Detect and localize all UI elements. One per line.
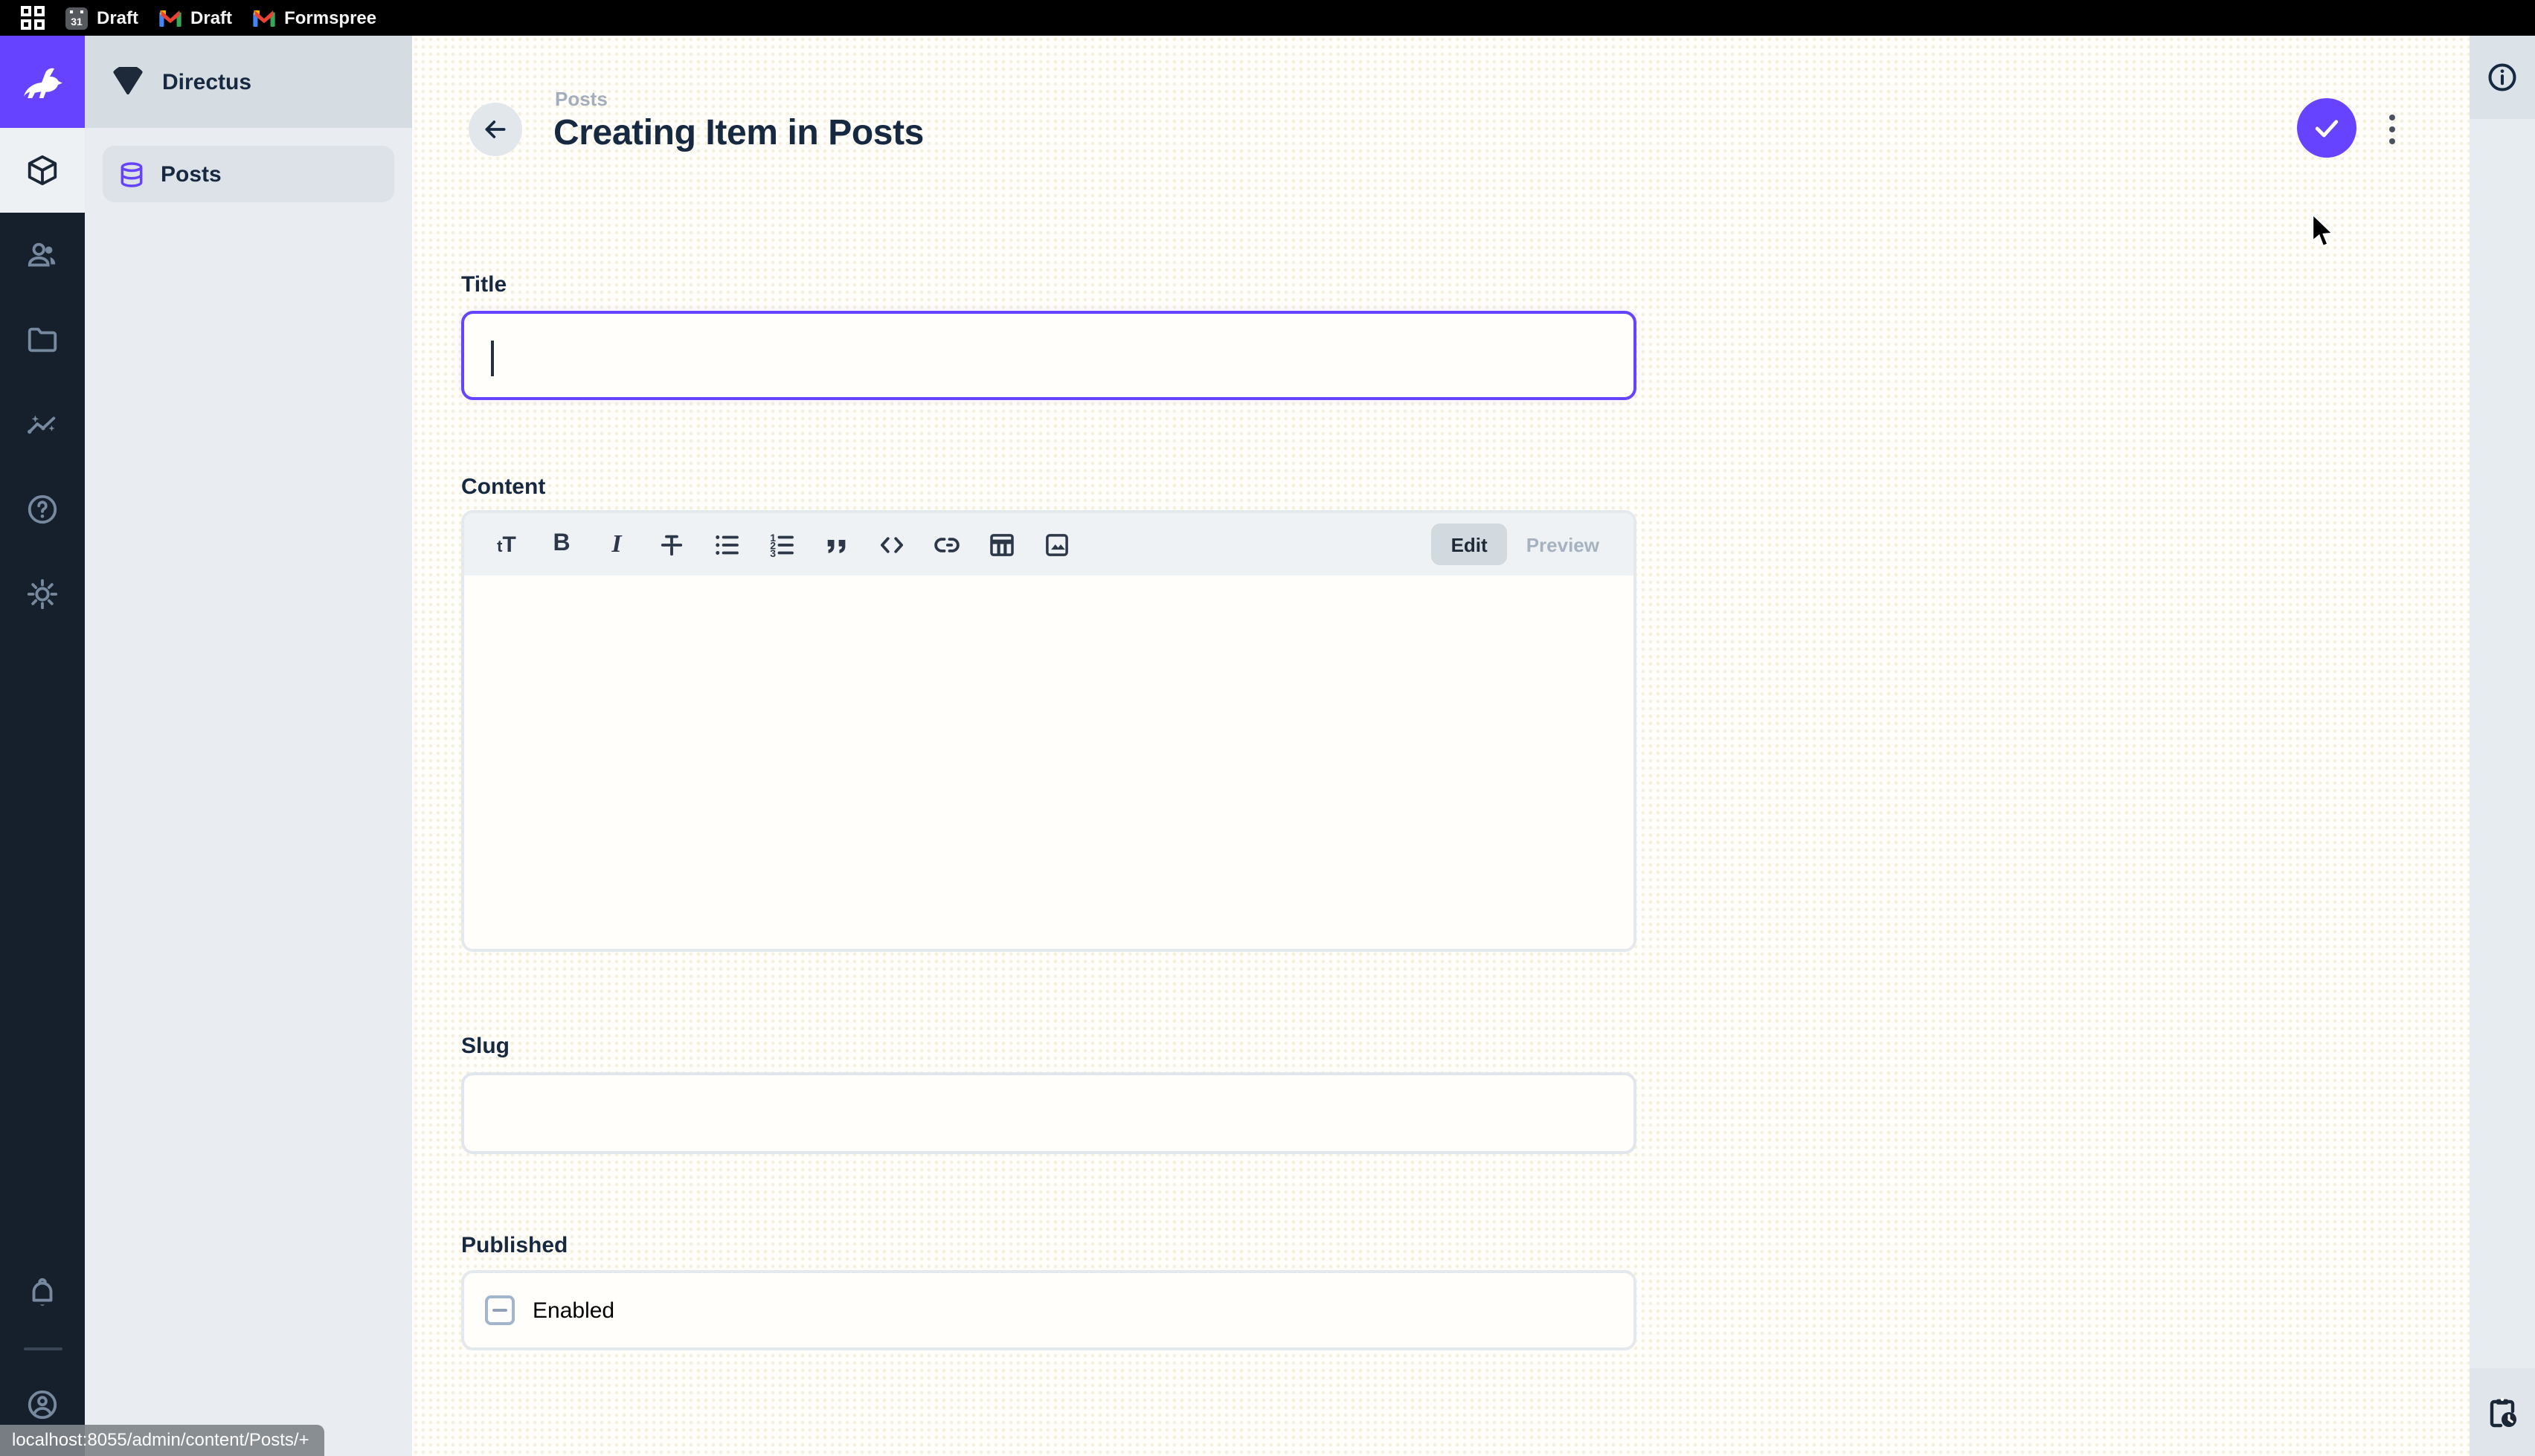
gear-icon — [25, 577, 60, 611]
project-name: Directus — [162, 69, 251, 94]
module-help[interactable] — [0, 467, 85, 552]
activity-sidebar-button[interactable] — [2470, 1368, 2535, 1456]
module-settings[interactable] — [0, 552, 85, 637]
help-icon — [25, 492, 60, 526]
module-files[interactable] — [0, 297, 85, 382]
bell-icon — [25, 1276, 60, 1310]
browser-tab-draft-2[interactable]: Draft — [159, 7, 232, 28]
editor-toolbar: tT B I — [464, 513, 1633, 576]
browser-tab-formspree[interactable]: Formspree — [253, 7, 376, 28]
tab-grid-icon[interactable] — [21, 6, 45, 30]
published-field: Enabled — [461, 1270, 1636, 1350]
status-bar-url: localhost:8055/admin/content/Posts/+ — [0, 1425, 324, 1456]
title-input[interactable] — [461, 311, 1636, 400]
table-icon[interactable] — [974, 522, 1029, 567]
right-sidebar — [2470, 36, 2535, 1456]
code-icon[interactable] — [864, 522, 919, 567]
module-users[interactable] — [0, 213, 85, 297]
edit-mode-button[interactable]: Edit — [1432, 524, 1507, 565]
published-checkbox[interactable] — [485, 1295, 515, 1325]
numbered-list-icon[interactable]: 123 — [754, 522, 809, 567]
bulleted-list-icon[interactable] — [699, 522, 754, 567]
blockquote-icon[interactable] — [809, 522, 864, 567]
insights-icon — [25, 408, 60, 442]
directus-logo[interactable] — [0, 36, 85, 128]
bold-icon[interactable]: B — [534, 522, 589, 567]
gmail-icon — [159, 10, 181, 26]
tab-label: Draft — [190, 7, 232, 28]
item-form: Title Content tT B I — [461, 272, 1636, 1350]
strikethrough-icon[interactable] — [644, 522, 699, 567]
text-size-icon[interactable]: tT — [479, 522, 534, 567]
folder-icon — [25, 323, 60, 357]
module-content[interactable] — [0, 128, 85, 213]
back-button[interactable] — [469, 103, 522, 156]
calendar-31-icon: 31 — [65, 7, 88, 29]
browser-tab-bar: 31 Draft Draft Formspree — [0, 0, 2535, 36]
module-insights[interactable] — [0, 382, 85, 467]
more-options-button[interactable] — [2383, 112, 2401, 147]
slug-field-label: Slug — [461, 1034, 1636, 1059]
title-field-label: Title — [461, 272, 1636, 297]
content-field-label: Content — [461, 474, 1636, 500]
project-header[interactable]: Directus — [85, 36, 412, 128]
rabbit-icon — [17, 62, 68, 101]
info-sidebar-button[interactable] — [2470, 36, 2535, 119]
right-sidebar-body — [2470, 119, 2535, 1368]
sidebar-item-posts[interactable]: Posts — [103, 146, 394, 202]
info-icon — [2486, 61, 2519, 94]
published-checkbox-label: Enabled — [533, 1298, 614, 1323]
content-editor: tT B I — [461, 510, 1636, 952]
screen: 31 Draft Draft Formspree — [0, 0, 2535, 1456]
divider — [23, 1347, 62, 1350]
save-button[interactable] — [2297, 98, 2356, 158]
database-icon — [118, 160, 146, 188]
module-bar — [0, 36, 85, 1456]
page-header: Posts Creating Item in Posts — [412, 36, 2470, 174]
text-caret — [491, 341, 493, 376]
tab-label: Formspree — [284, 7, 376, 28]
italic-icon[interactable]: I — [589, 522, 644, 567]
page-title: Creating Item in Posts — [553, 113, 924, 155]
link-icon[interactable] — [919, 522, 974, 567]
svg-text:3: 3 — [770, 547, 776, 558]
published-field-label: Published — [461, 1233, 1636, 1258]
avatar-icon — [25, 1388, 60, 1422]
notifications-button[interactable] — [0, 1251, 85, 1336]
image-icon[interactable] — [1029, 522, 1085, 567]
browser-tab-draft-1[interactable]: 31 Draft — [65, 7, 138, 29]
clipboard-clock-icon — [2484, 1394, 2520, 1430]
fan-shield-icon — [112, 67, 144, 97]
content-box-icon — [25, 153, 60, 187]
arrow-left-icon — [481, 115, 510, 144]
sidebar-item-label: Posts — [161, 161, 222, 187]
breadcrumb[interactable]: Posts — [555, 88, 608, 110]
content-textarea[interactable] — [464, 576, 1633, 949]
sidebar: Directus Posts — [85, 36, 412, 1456]
mouse-cursor — [2310, 213, 2336, 251]
check-icon — [2310, 112, 2343, 144]
slug-input[interactable] — [461, 1072, 1636, 1154]
tab-label: Draft — [97, 7, 138, 28]
preview-mode-button[interactable]: Preview — [1507, 524, 1619, 565]
main-content: Posts Creating Item in Posts Title Conte… — [412, 36, 2470, 1456]
gmail-icon — [253, 10, 275, 26]
users-icon — [25, 238, 60, 272]
